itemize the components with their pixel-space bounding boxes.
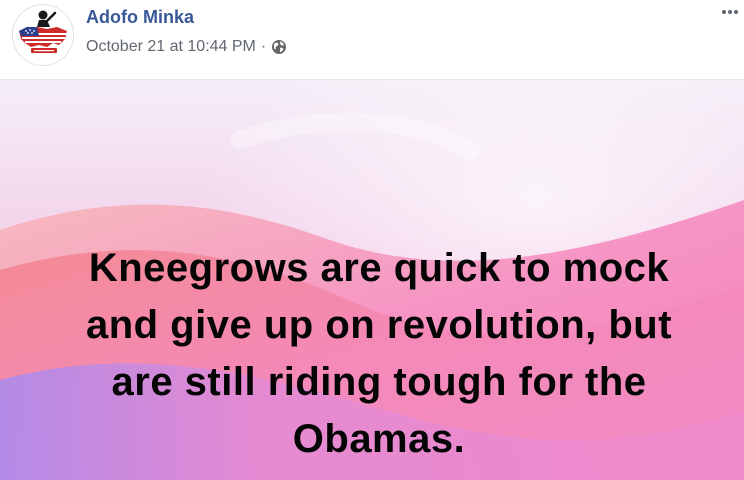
meta-separator: · (260, 38, 267, 55)
author-name-link[interactable]: Adofo Minka (86, 7, 194, 28)
post-header: Adofo Minka October 21 at 10:44 PM · (0, 0, 744, 80)
post-text-line: and give up on revolution, but (85, 303, 673, 347)
post-text-line: Kneegrows are quick to mock (88, 246, 670, 290)
post-timestamp-link[interactable]: October 21 at 10:44 PM (86, 38, 256, 56)
us-map-logo-icon (13, 5, 73, 65)
more-options-button[interactable] (718, 2, 740, 22)
author-avatar[interactable] (12, 4, 74, 66)
facebook-post: Adofo Minka October 21 at 10:44 PM · Kne… (0, 0, 744, 480)
globe-icon[interactable] (271, 39, 287, 55)
post-message: Kneegrows are quick to mock and give up … (12, 240, 744, 468)
ellipsis-icon (722, 10, 738, 14)
post-background-card: Kneegrows are quick to mock and give up … (0, 80, 744, 480)
post-text-line: Obamas. (292, 417, 466, 461)
post-meta: October 21 at 10:44 PM · (86, 36, 287, 58)
post-text-line: are still riding tough for the (111, 360, 647, 404)
